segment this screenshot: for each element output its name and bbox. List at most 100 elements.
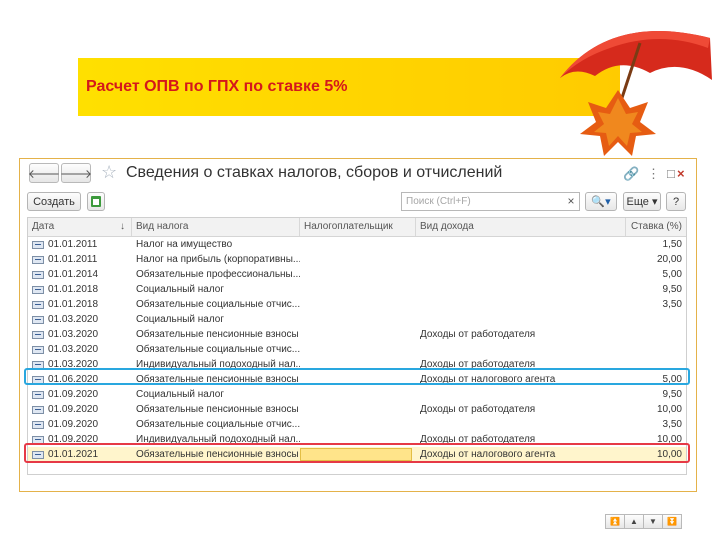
cell-income [420, 297, 626, 312]
record-icon [32, 346, 44, 354]
table-row[interactable]: 01.03.2020 Обязательные социальные отчис.… [28, 342, 686, 357]
cell-tax: Обязательные социальные отчис... [136, 299, 300, 310]
maximize-icon[interactable]: □ [667, 166, 675, 181]
cell-payer [304, 417, 416, 432]
link-icon[interactable]: 🔗 [623, 166, 639, 182]
column-header-payer[interactable]: Налогоплательщик [300, 218, 416, 236]
table-row[interactable]: 01.03.2020 Социальный налог [28, 312, 686, 327]
window-title: Сведения о ставках налогов, сборов и отч… [126, 164, 503, 181]
star-icon[interactable]: ☆ [101, 162, 117, 183]
column-header-income[interactable]: Вид дохода [416, 218, 626, 236]
table-row[interactable]: 01.01.2011 Налог на прибыль (корпоративны… [28, 252, 686, 267]
cell-rate: 9,50 [662, 284, 682, 295]
cell-date: 01.01.2011 [48, 254, 98, 265]
tax-rates-window: 🡐 🡒 ☆ Сведения о ставках налогов, сборов… [27, 160, 693, 529]
cell-payer [304, 402, 416, 417]
highlight-red-row [24, 443, 690, 463]
record-icon [32, 316, 44, 324]
cell-income [420, 342, 626, 357]
cell-date: 01.01.2018 [48, 284, 99, 295]
table-row[interactable]: 01.01.2018 Обязательные социальные отчис.… [28, 297, 686, 312]
arrow-left-icon: 🡐 [27, 166, 61, 181]
cell-date: 01.01.2014 [48, 269, 99, 280]
cell-tax: Социальный налог [136, 389, 225, 400]
cell-tax: Налог на прибыль (корпоративны... [136, 254, 300, 265]
close-icon[interactable]: × [677, 166, 685, 181]
cell-payer [304, 252, 416, 267]
clear-search-icon[interactable]: × [562, 193, 580, 210]
column-header-rate[interactable]: Ставка (%) [626, 218, 686, 236]
spreadsheet-icon [91, 196, 101, 207]
cell-rate: 1,50 [662, 239, 682, 250]
cell-tax: Налог на имущество [136, 239, 233, 250]
help-button[interactable]: ? [666, 192, 686, 211]
excel-export-button[interactable] [87, 192, 105, 211]
sort-down-icon: ↓ [120, 221, 125, 232]
cell-rate [626, 342, 686, 357]
cell-rate [626, 327, 686, 342]
forward-button[interactable]: 🡒 [59, 163, 93, 183]
cell-rate: 5,00 [662, 269, 682, 280]
more-actions-button[interactable]: Еще ▾ [623, 192, 661, 211]
cell-payer [304, 387, 416, 402]
cell-income [420, 237, 626, 252]
cell-payer [304, 267, 416, 282]
command-bar: Создать Поиск (Ctrl+F) × 🔍▾ Еще ▾ ? [27, 191, 693, 215]
record-icon [32, 256, 44, 264]
cell-date: 01.09.2020 [48, 389, 99, 400]
table-row[interactable]: 01.03.2020 Обязательные пенсионные взносы… [28, 327, 686, 342]
window-header: 🡐 🡒 ☆ Сведения о ставках налогов, сборов… [27, 160, 693, 190]
arrow-right-icon: 🡒 [59, 166, 93, 181]
cell-tax: Обязательные профессиональны... [136, 269, 300, 280]
cell-rate: 20,00 [656, 254, 682, 265]
cell-tax: Социальный налог [136, 314, 225, 325]
cell-date: 01.09.2020 [48, 419, 99, 430]
cell-date: 01.01.2011 [48, 239, 98, 250]
cell-income [420, 252, 626, 267]
cell-rate: 10,00 [656, 404, 682, 415]
column-header-tax[interactable]: Вид налога [132, 218, 300, 236]
prev-page-icon[interactable]: ▲ [624, 514, 644, 529]
umbrella-icon [560, 31, 712, 156]
first-page-icon[interactable]: ⏫ [605, 514, 625, 529]
cell-payer [304, 342, 416, 357]
record-icon [32, 406, 44, 414]
cell-income: Доходы от работодателя [420, 329, 536, 340]
record-icon [32, 421, 44, 429]
column-header-date[interactable]: Дата ↓ [28, 218, 132, 236]
last-page-icon[interactable]: ⏬ [662, 514, 682, 529]
cell-tax: Социальный налог [136, 284, 225, 295]
table-row[interactable]: 01.09.2020 Обязательные социальные отчис.… [28, 417, 686, 432]
table-row[interactable]: 01.01.2011 Налог на имущество 1,50 [28, 237, 686, 252]
highlight-blue-row [24, 368, 690, 385]
cell-payer [304, 237, 416, 252]
cell-income [420, 312, 626, 327]
cell-rate [626, 312, 686, 327]
record-icon [32, 241, 44, 249]
slide-title: Расчет ОПВ по ГПХ по ставке 5% [86, 78, 348, 95]
table-row[interactable]: 01.01.2014 Обязательные профессиональны..… [28, 267, 686, 282]
cell-payer [304, 312, 416, 327]
cell-date: 01.03.2020 [48, 314, 99, 325]
cell-date: 01.09.2020 [48, 404, 99, 415]
cell-rate: 3,50 [662, 299, 682, 310]
search-button[interactable]: 🔍▾ [585, 192, 617, 211]
back-button[interactable]: 🡐 [27, 163, 61, 183]
create-button[interactable]: Создать [27, 192, 81, 211]
next-page-icon[interactable]: ▼ [643, 514, 663, 529]
cell-date: 01.03.2020 [48, 329, 99, 340]
table-row[interactable]: 01.09.2020 Обязательные пенсионные взносы… [28, 402, 686, 417]
cell-date: 01.01.2018 [48, 299, 99, 310]
record-icon [32, 271, 44, 279]
table-row[interactable]: 01.01.2018 Социальный налог 9,50 [28, 282, 686, 297]
record-icon [32, 286, 44, 294]
cell-payer [304, 282, 416, 297]
search-input[interactable]: Поиск (Ctrl+F) [401, 192, 580, 211]
table-row[interactable]: 01.09.2020 Социальный налог 9,50 [28, 387, 686, 402]
cell-payer [304, 297, 416, 312]
cell-date: 01.03.2020 [48, 344, 99, 355]
cell-rate: 3,50 [662, 419, 682, 430]
more-icon[interactable]: ⋮ [647, 166, 660, 182]
help-icon: ? [672, 195, 680, 208]
cell-tax: Обязательные пенсионные взносы [136, 329, 299, 340]
